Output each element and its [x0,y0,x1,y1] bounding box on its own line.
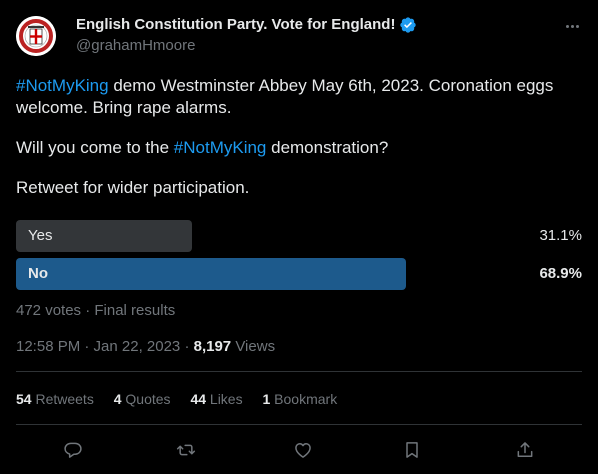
quotes-label: Quotes [121,391,171,407]
reply-icon[interactable] [59,436,87,464]
tweet: English Constitution Party. Vote for Eng… [0,0,598,474]
verified-badge-icon[interactable] [399,16,417,34]
more-options-icon[interactable] [560,16,584,36]
bookmark-icon[interactable] [398,436,426,464]
author-handle[interactable]: @grahamHmoore [76,36,195,56]
poll: Yes 31.1% No 68.9% [16,220,582,296]
views-count: 8,197 [193,338,232,355]
views-label: Views [231,338,276,355]
author-name-row: English Constitution Party. Vote for Eng… [76,15,417,35]
tweet-line-2-prefix: Will you come to the [16,138,174,157]
likes-stat[interactable]: 44 Likes [190,391,242,407]
party-crest-icon [16,16,56,56]
heart-icon[interactable] [289,436,317,464]
retweets-label: Retweets [31,391,94,407]
bookmarks-label: Bookmark [270,391,338,407]
author-display-name[interactable]: English Constitution Party. Vote for Eng… [76,15,395,35]
poll-option-percent: 68.9% [539,265,582,282]
retweets-count: 54 [16,391,32,407]
poll-option-label: Yes [28,227,53,244]
divider [16,424,582,425]
hashtag-link[interactable]: #NotMyKing [174,138,267,157]
tweet-line-3: Retweet for wider participation. [16,178,250,197]
bookmarks-stat[interactable]: 1 Bookmark [262,391,337,407]
share-icon[interactable] [511,436,539,464]
likes-label: Likes [206,391,243,407]
poll-bar-no [16,258,406,290]
hashtag-link[interactable]: #NotMyKing [16,76,109,95]
retweet-icon[interactable] [172,436,200,464]
poll-option-no: No 68.9% [16,258,582,290]
action-bar [0,436,598,464]
tweet-line-2: Will you come to the #NotMyKing demonstr… [16,137,586,159]
poll-option-label: No [28,265,48,282]
tweet-timestamp: 12:58 PM · Jan 22, 2023 · 8,197 Views [16,338,275,356]
divider [16,371,582,372]
retweets-stat[interactable]: 54 Retweets [16,391,94,407]
likes-count: 44 [190,391,207,407]
tweet-line-2-suffix: demonstration? [266,138,389,157]
tweet-line-1: #NotMyKing demo Westminster Abbey May 6t… [16,75,586,119]
avatar[interactable] [16,16,56,56]
poll-option-percent: 31.1% [539,227,582,244]
engagement-stats: 54 Retweets 4 Quotes 44 Likes 1 Bookmark [16,390,353,408]
tweet-text: #NotMyKing demo Westminster Abbey May 6t… [16,75,586,199]
tweet-time-link[interactable]: 12:58 PM · Jan 22, 2023 · [16,338,194,355]
quotes-stat[interactable]: 4 Quotes [114,391,171,407]
poll-option-yes: Yes 31.1% [16,220,582,252]
poll-meta: 472 votes · Final results [16,302,176,319]
quotes-count: 4 [113,391,122,407]
